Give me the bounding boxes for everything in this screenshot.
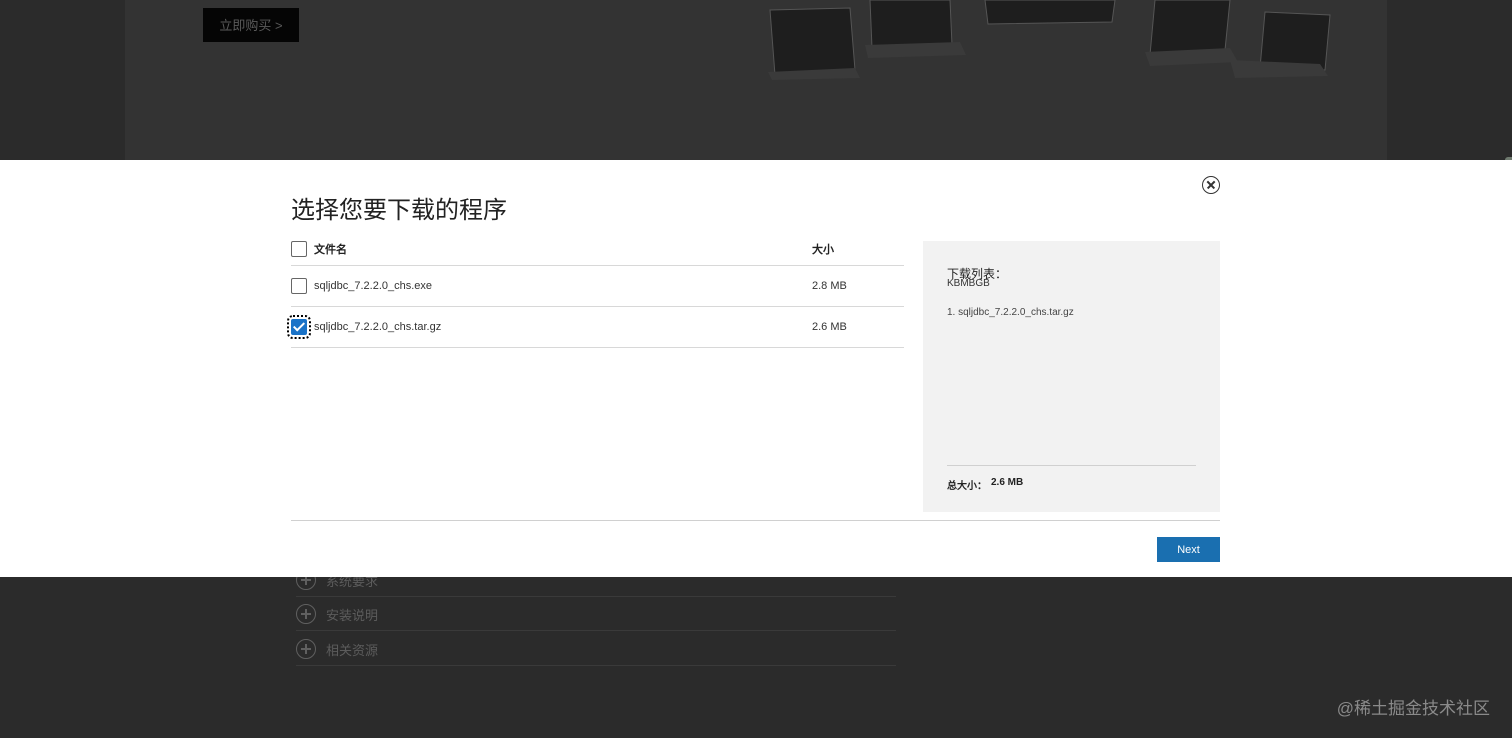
select-all-checkbox[interactable]: [291, 240, 307, 257]
buy-now-button: 立即购买 >: [203, 8, 299, 42]
table-header: 文件名 大小: [291, 232, 904, 266]
row-checkbox[interactable]: [287, 315, 311, 339]
column-header-size: 大小: [812, 243, 834, 256]
download-modal: 选择您要下载的程序 文件名 大小 sqljdbc_7.2.2.0_chs.exe…: [0, 160, 1512, 577]
table-row[interactable]: sqljdbc_7.2.2.0_chs.exe 2.8 MB: [291, 266, 904, 307]
download-list-item: 1. sqljdbc_7.2.2.0_chs.tar.gz: [947, 307, 1074, 318]
file-size: 2.8 MB: [812, 280, 847, 292]
table-row[interactable]: sqljdbc_7.2.2.0_chs.tar.gz 2.6 MB: [287, 307, 904, 348]
modal-title: 选择您要下载的程序: [291, 197, 507, 224]
close-icon[interactable]: [1202, 176, 1220, 194]
row-checkbox[interactable]: [291, 278, 307, 294]
divider: [291, 520, 1220, 521]
total-size-label: 总大小：: [947, 481, 987, 492]
accordion-label: 安装说明: [326, 607, 379, 623]
accordion-install-instructions: 安装说明: [296, 598, 896, 631]
accordion-related-resources: 相关资源: [296, 633, 896, 666]
file-name: sqljdbc_7.2.2.0_chs.tar.gz: [314, 321, 442, 333]
total-size-value: 2.6 MB: [991, 477, 1024, 488]
accordion-label: 相关资源: [326, 642, 379, 658]
file-size: 2.6 MB: [812, 321, 847, 333]
download-list-unit: KBMBGB: [947, 278, 990, 289]
plus-circle-icon: [296, 639, 316, 659]
watermark: @稀土掘金技术社区: [1336, 699, 1490, 718]
file-name: sqljdbc_7.2.2.0_chs.exe: [314, 280, 433, 292]
divider: [947, 465, 1196, 466]
device-lineup-image: [768, 0, 1331, 80]
plus-circle-icon: [296, 604, 316, 624]
next-button[interactable]: Next: [1157, 537, 1220, 562]
download-list-panel: 下载列表： KBMBGB 1. sqljdbc_7.2.2.0_chs.tar.…: [923, 241, 1220, 512]
column-header-name: 文件名: [314, 243, 347, 256]
file-table: 文件名 大小 sqljdbc_7.2.2.0_chs.exe 2.8 MB sq…: [287, 232, 904, 348]
